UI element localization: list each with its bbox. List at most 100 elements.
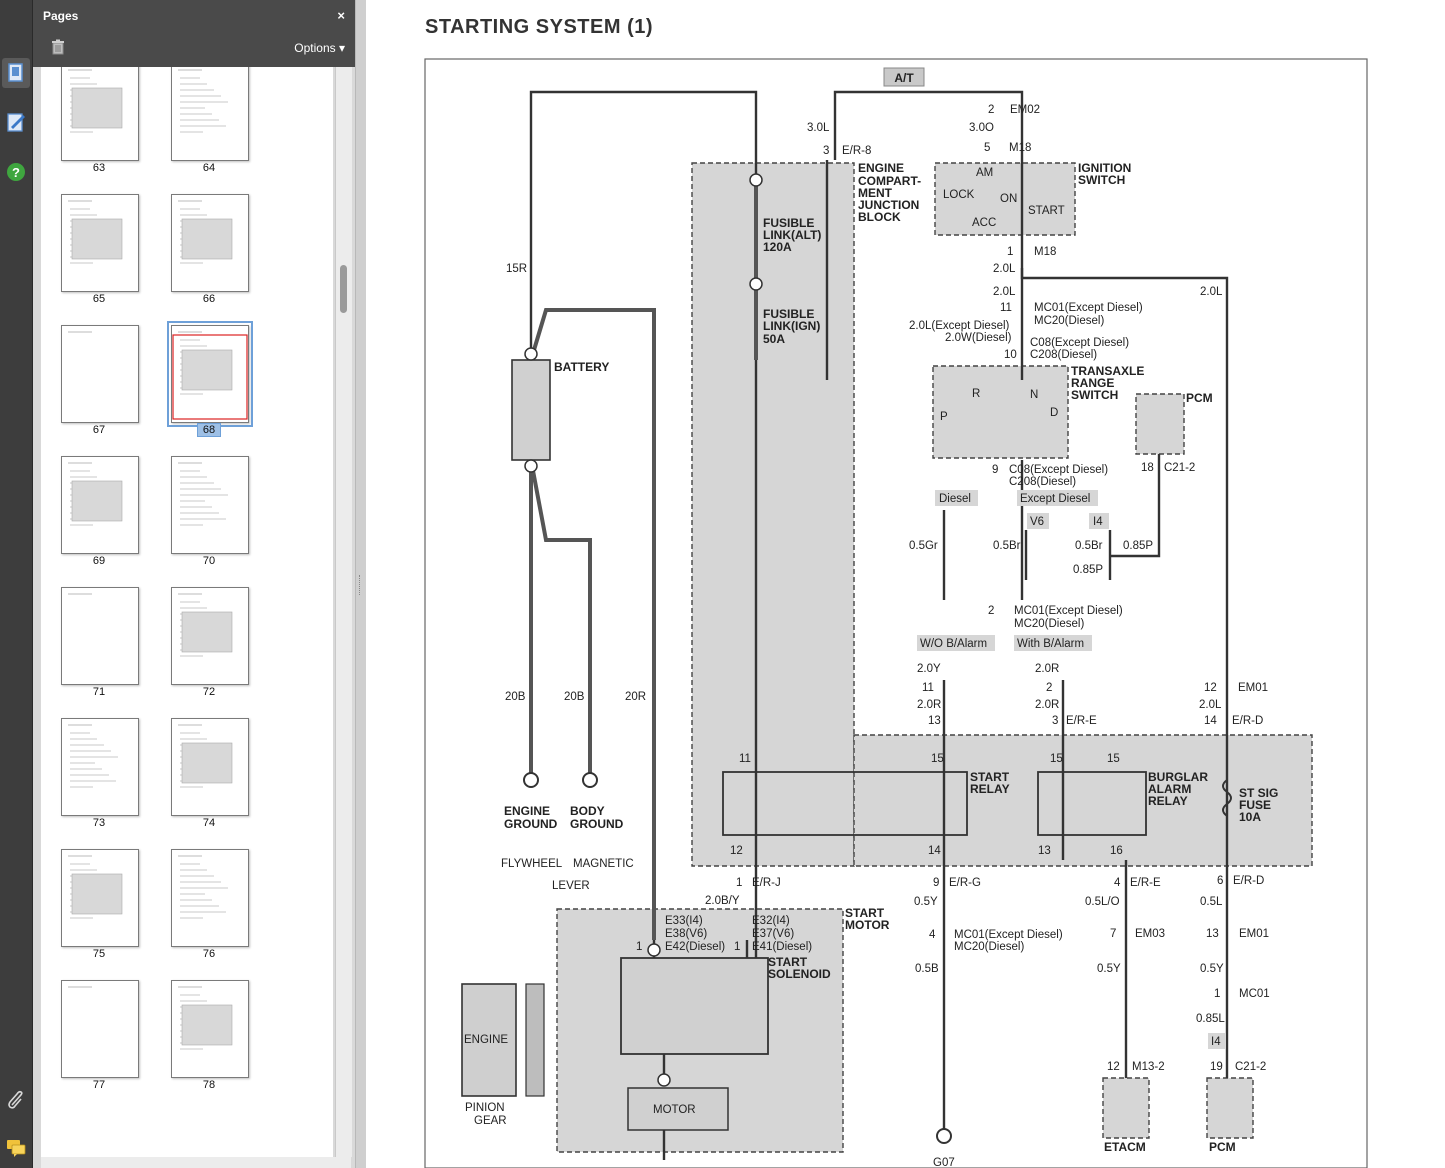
page-number: 76	[202, 948, 216, 960]
label-wire-20r-3: 2.0R	[1035, 699, 1059, 711]
label-relay-15b: 15	[1050, 753, 1063, 765]
page-number: 71	[92, 686, 106, 698]
page-thumbnail[interactable]	[171, 980, 249, 1078]
page-thumbnail[interactable]	[171, 849, 249, 947]
label-wire-085p-2: 0.85P	[1073, 564, 1103, 576]
label-mc20-a: MC20(Diesel)	[1034, 315, 1104, 327]
page-thumbnail[interactable]	[171, 718, 249, 816]
page-thumbnail[interactable]	[61, 194, 139, 292]
label-c21-pin: 18	[1141, 462, 1154, 474]
label-magnetic: MAGNETIC	[573, 858, 634, 870]
label-wire-15r: 15R	[506, 263, 527, 275]
page-number: 66	[202, 293, 216, 305]
label-er8-pin: 3	[823, 145, 829, 157]
label-wire-085l: 0.85L	[1196, 1013, 1225, 1025]
page-number: 64	[202, 162, 216, 174]
flywheel-gear	[525, 983, 545, 1097]
page-thumbnail[interactable]	[171, 194, 249, 292]
label-battery: BATTERY	[554, 360, 609, 374]
page-number: 65	[92, 293, 106, 305]
label-c21: C21-2	[1164, 462, 1195, 474]
page-thumbnails-icon[interactable]	[2, 58, 30, 88]
label-erj: E/R-J	[752, 877, 781, 889]
label-wire-20r-2: 2.0R	[917, 699, 941, 711]
thumbnail-scrollbar[interactable]	[335, 67, 352, 1157]
label-wire-20b-2: 20B	[564, 691, 585, 703]
page-thumbnail-label: 72	[171, 686, 247, 698]
label-em02-pin: 2	[988, 104, 994, 116]
attachment-icon[interactable]	[4, 1088, 28, 1112]
page-thumbnail[interactable]	[171, 587, 249, 685]
tool-rail: ?	[0, 0, 33, 1168]
label-relay-11: 11	[739, 753, 751, 765]
splitter-grip[interactable]	[359, 575, 362, 595]
label-g07: G07	[933, 1157, 955, 1168]
horizontal-scrollbar[interactable]	[41, 1157, 351, 1168]
page-number: 72	[202, 686, 216, 698]
signature-icon[interactable]	[4, 110, 28, 134]
page-thumbnail[interactable]	[61, 718, 139, 816]
comments-icon[interactable]	[4, 1136, 28, 1160]
label-wire-085p-1: 0.85P	[1123, 540, 1153, 552]
options-menu-button[interactable]: Options ▾	[294, 41, 345, 55]
pcm-bottom-box	[1206, 1077, 1254, 1139]
label-trs-p: P	[940, 411, 948, 423]
help-icon[interactable]: ?	[4, 160, 28, 184]
label-c08-a: C08(Except Diesel)	[1030, 337, 1129, 349]
label-wire-05y-2: 0.5Y	[1097, 963, 1121, 975]
thumbnail-list[interactable]: 63 64 65 66 67 68 69 70 71 72 73 74 75 76 77 78	[41, 67, 333, 1157]
label-mc01-a: MC01(Except Diesel)	[1034, 302, 1143, 314]
label-mc01-c: MC01(Except Diesel)	[954, 929, 1063, 941]
label-burglar-3: RELAY	[1148, 794, 1188, 808]
svg-text:?: ?	[12, 165, 20, 180]
page-number: 73	[92, 817, 106, 829]
page-thumbnail[interactable]	[61, 67, 139, 161]
label-ignition-2: SWITCH	[1078, 173, 1125, 187]
label-ecjb-5: BLOCK	[858, 210, 901, 224]
label-e42: E42(Diesel)	[665, 941, 725, 953]
label-ere2-pin: 4	[1114, 877, 1121, 889]
label-wo-alarm: W/O B/Alarm	[920, 638, 987, 650]
scrollbar-thumb[interactable]	[340, 265, 347, 313]
label-wire-20by: 2.0B/Y	[705, 895, 740, 907]
page-thumbnail[interactable]	[61, 849, 139, 947]
page-number: 74	[202, 817, 216, 829]
trash-icon[interactable]	[49, 38, 67, 56]
label-pcm-top: PCM	[1186, 391, 1213, 405]
close-panel-button[interactable]: ×	[337, 8, 345, 23]
page-thumbnail[interactable]	[61, 587, 139, 685]
label-c212: C21-2	[1235, 1061, 1266, 1073]
label-trs-d: D	[1050, 407, 1058, 419]
page-thumbnail-label: 70	[171, 555, 247, 567]
label-start-motor-2: MOTOR	[845, 918, 890, 932]
page-thumbnail-label: 78	[171, 1079, 247, 1091]
page-thumbnail-label: 74	[171, 817, 247, 829]
label-er8: E/R-8	[842, 145, 871, 157]
label-relay-13: 13	[1038, 845, 1051, 857]
label-relay-12: 12	[730, 845, 743, 857]
label-i4-b: I4	[1211, 1036, 1221, 1048]
label-st-sig-3: 10A	[1239, 810, 1261, 824]
label-em03-pin: 7	[1110, 928, 1116, 940]
page-thumbnail[interactable]	[61, 325, 139, 423]
label-pin-2: 2	[1046, 682, 1052, 694]
label-e33: E33(I4)	[665, 915, 703, 927]
label-motor: MOTOR	[653, 1104, 696, 1116]
label-ecjb-1: ENGINE	[858, 161, 904, 175]
label-wire-20l-2: 2.0L	[993, 286, 1016, 298]
label-relay-15a: 15	[931, 753, 944, 765]
document-view[interactable]: STARTING SYSTEM (1) A/T 2 EM02 3.0L 3.0O…	[366, 0, 1445, 1168]
label-pin-14: 14	[1204, 715, 1217, 727]
label-erj-pin: 1	[736, 877, 742, 889]
page-thumbnail[interactable]	[61, 456, 139, 554]
page-thumbnail[interactable]	[167, 321, 253, 427]
label-pinion-1: PINION	[465, 1102, 505, 1114]
battery-box	[511, 359, 551, 461]
page-thumbnail[interactable]	[171, 456, 249, 554]
label-wire-20r: 20R	[625, 691, 646, 703]
page-thumbnail[interactable]	[171, 67, 249, 161]
label-mc01c-pin: 4	[929, 929, 936, 941]
page-thumbnail[interactable]	[61, 980, 139, 1078]
label-trs-3: SWITCH	[1071, 388, 1118, 402]
label-trs-n: N	[1030, 389, 1038, 401]
